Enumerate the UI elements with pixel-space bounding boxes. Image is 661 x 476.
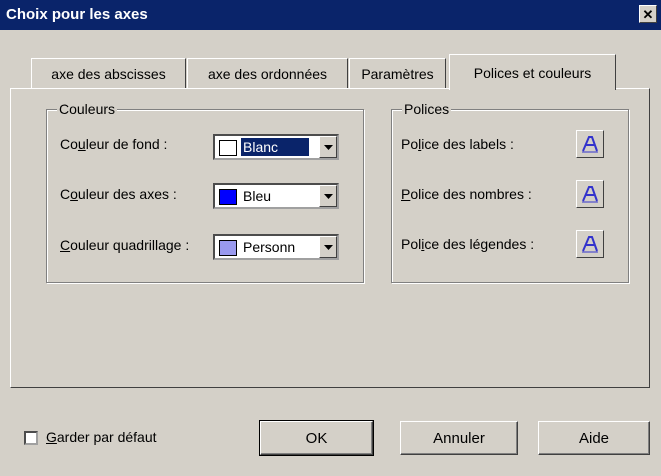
couleur-quadrillage-label: Couleur quadrillage : [60,237,190,253]
tab-label: Paramètres [361,65,434,82]
tab-label: axe des ordonnées [207,65,328,82]
tab-label: axe des abscisses [51,65,166,82]
couleurs-group: Couleurs Couleur de fond : Blanc Couleur… [46,101,364,283]
police-nombres-label: Police des nombres : [401,186,532,202]
color-swatch [219,189,237,205]
couleur-quadrillage-select[interactable]: Personn [213,234,339,260]
tab-label: Polices et couleurs [473,64,592,81]
couleur-axes-label: Couleur des axes : [60,186,177,202]
tab-parametres[interactable]: Paramètres [349,58,446,88]
couleur-quadrillage-value: Personn [243,239,296,255]
tab-panel: Couleurs Couleur de fond : Blanc Couleur… [10,88,650,388]
font-icon [582,186,598,203]
police-labels-button[interactable] [576,130,604,158]
garder-defaut-checkbox[interactable] [24,431,38,445]
chevron-down-icon[interactable] [319,136,337,158]
color-swatch [219,240,237,256]
police-labels-label: Police des labels : [401,136,514,152]
window-title: Choix pour les axes [6,6,148,23]
couleur-fond-select[interactable]: Blanc [213,134,339,160]
close-icon: ✕ [642,6,654,22]
font-icon [582,236,598,253]
tab-axe-abscisses[interactable]: axe des abscisses [31,58,186,88]
title-bar: Choix pour les axes ✕ [0,0,661,30]
color-swatch [219,140,237,156]
couleur-fond-value: Blanc [241,138,309,156]
aide-button[interactable]: Aide [538,421,650,455]
police-legendes-label: Police des légendes : [401,236,535,252]
polices-group: Polices Police des labels : Police des n… [391,101,629,283]
tab-axe-ordonnees[interactable]: axe des ordonnées [187,58,348,88]
police-nombres-button[interactable] [576,180,604,208]
polices-legend: Polices [402,101,452,117]
couleurs-legend: Couleurs [57,101,118,117]
chevron-down-icon[interactable] [319,236,337,258]
couleur-axes-select[interactable]: Bleu [213,183,339,209]
tab-polices-couleurs[interactable]: Polices et couleurs [449,54,616,90]
ok-button[interactable]: OK [259,420,374,456]
annuler-button[interactable]: Annuler [400,421,518,455]
couleur-axes-value: Bleu [243,188,272,204]
close-button[interactable]: ✕ [639,5,657,23]
police-legendes-button[interactable] [576,230,604,258]
garder-defaut-label[interactable]: Garder par défaut [46,429,157,445]
couleur-fond-label: Couleur de fond : [60,136,168,152]
chevron-down-icon[interactable] [319,185,337,207]
font-icon [582,136,598,153]
